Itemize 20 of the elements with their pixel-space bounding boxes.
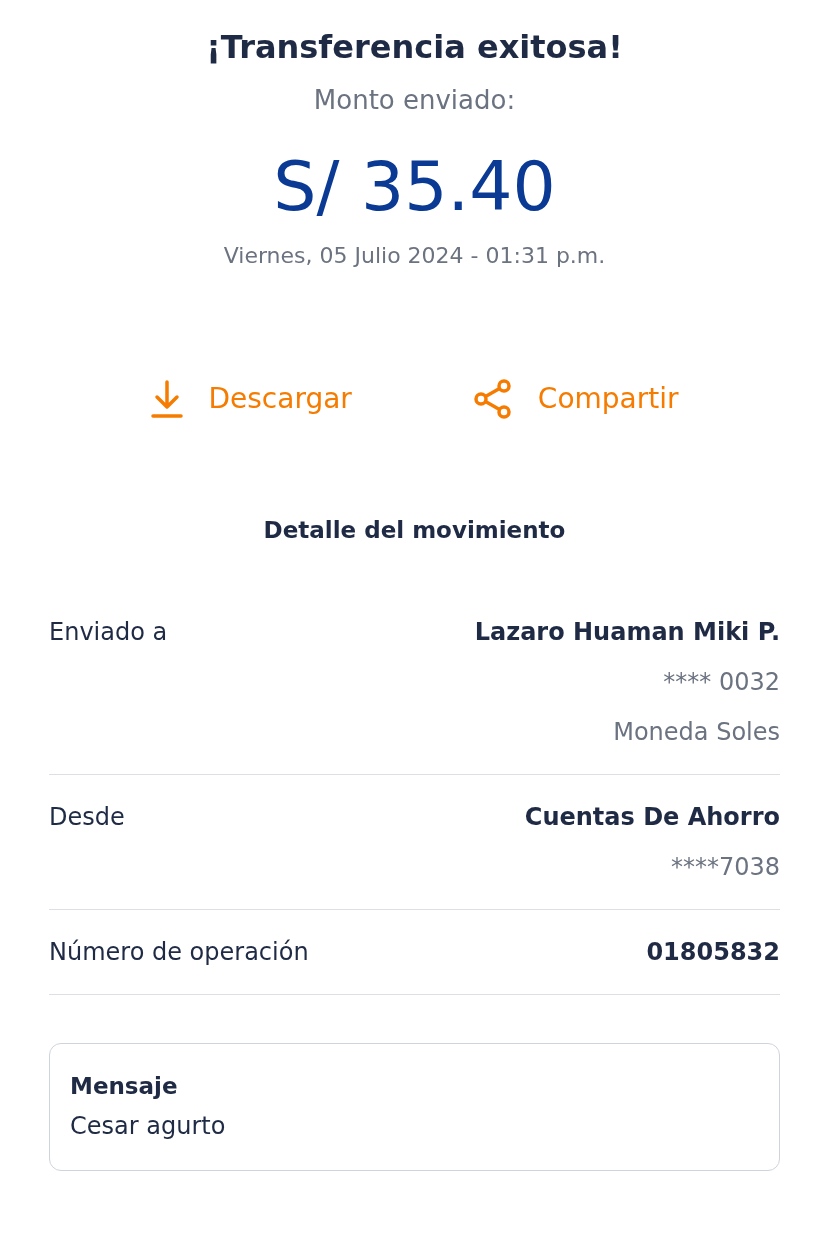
detail-label: Desde (49, 802, 125, 833)
detail-label: Número de operación (49, 937, 309, 968)
detail-value: Cuentas De Ahorro (524, 802, 780, 833)
title: ¡Transferencia exitosa! (206, 27, 623, 68)
detail-value: 01805832 (646, 937, 780, 968)
date-time: Viernes, 05 Julio 2024 - 01:31 p.m. (223, 242, 606, 270)
message-text: Cesar agurto (70, 1111, 227, 1142)
detail-value: Lazaro Huaman Miki P. (474, 617, 780, 648)
download-icon (150, 379, 185, 419)
download-button[interactable]: Descargar (150, 378, 352, 420)
share-icon (471, 378, 514, 420)
share-button[interactable]: Compartir (471, 378, 679, 420)
message-title: Mensaje (70, 1072, 179, 1101)
detail-label: Enviado a (49, 617, 168, 648)
detail-value: Moneda Soles (613, 717, 780, 748)
subtitle: Monto enviado: (313, 84, 516, 117)
detail-value: ****7038 (670, 852, 780, 883)
section-title: Detalle del movimiento (263, 516, 566, 545)
detail-value: **** 0032 (663, 667, 780, 698)
amount: S/ 35.40 (273, 146, 556, 228)
